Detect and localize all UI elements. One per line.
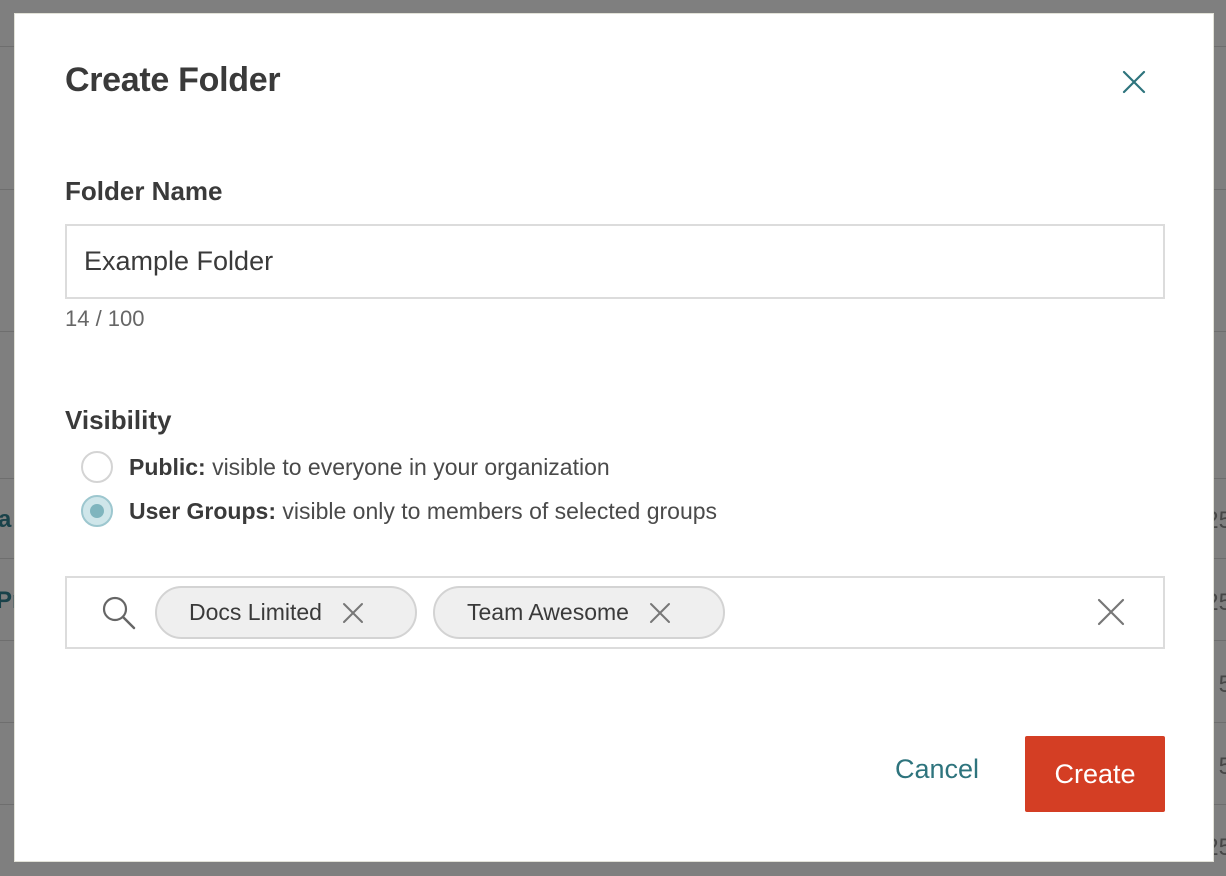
folder-name-label: Folder Name — [65, 176, 223, 206]
dialog-title: Create Folder — [65, 61, 281, 99]
close-icon — [1122, 70, 1146, 94]
group-chip-label: Docs Limited — [189, 599, 322, 625]
remove-chip-button[interactable] — [342, 602, 364, 624]
remove-chip-button[interactable] — [649, 602, 671, 624]
close-icon — [649, 602, 670, 623]
character-count: 14 / 100 — [65, 306, 145, 331]
backdrop-row-text: a — [0, 506, 12, 533]
public-option-description: visible to everyone in your organization — [212, 453, 610, 480]
user-groups-option-description: visible only to members of selected grou… — [282, 497, 718, 524]
create-button[interactable]: Create — [1025, 736, 1165, 812]
group-chip: Docs Limited — [155, 586, 417, 639]
folder-name-input[interactable] — [65, 224, 1165, 299]
public-option-title: Public: — [129, 453, 206, 480]
close-icon — [1097, 598, 1125, 626]
user-groups-radio[interactable] — [81, 495, 113, 527]
user-groups-selector[interactable]: Docs Limited Team Awesome — [65, 576, 1165, 649]
group-chip: Team Awesome — [433, 586, 725, 639]
close-icon — [342, 602, 363, 623]
create-folder-dialog: Create Folder Folder Name 14 / 100 Visib… — [14, 13, 1214, 862]
clear-groups-button[interactable] — [1097, 598, 1125, 631]
search-icon — [102, 596, 136, 630]
close-button[interactable] — [1116, 64, 1152, 100]
visibility-option-user-groups[interactable]: User Groups: visible only to members of … — [81, 495, 717, 527]
group-chip-label: Team Awesome — [467, 599, 629, 625]
visibility-option-public[interactable]: Public: visible to everyone in your orga… — [81, 451, 610, 483]
public-radio[interactable] — [81, 451, 113, 483]
user-groups-option-title: User Groups: — [129, 497, 276, 524]
cancel-button[interactable]: Cancel — [895, 754, 979, 785]
backdrop-row-number: 5 — [1218, 671, 1226, 698]
backdrop-row-number: 5 — [1218, 753, 1226, 780]
visibility-label: Visibility — [65, 405, 172, 435]
